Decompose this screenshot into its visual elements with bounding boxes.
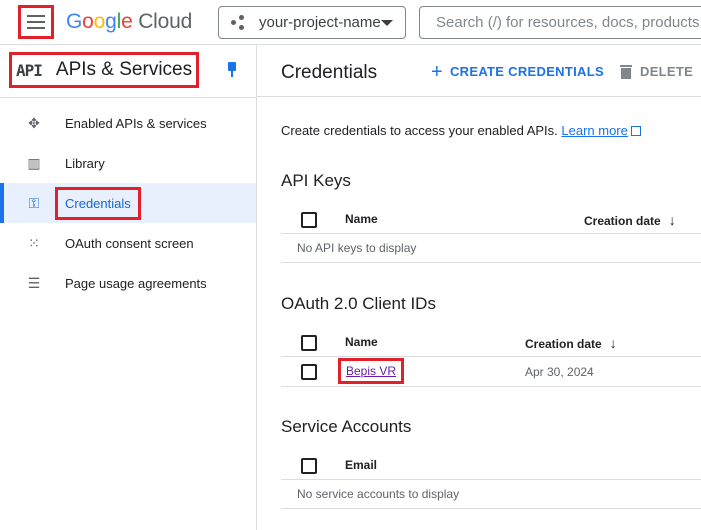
sidebar-item-enabled-apis[interactable]: ✥ Enabled APIs & services xyxy=(0,103,256,143)
external-link-icon xyxy=(630,126,641,136)
creation-date-cell: Apr 30, 2024 xyxy=(525,365,594,379)
column-creation-date[interactable]: Creation date ↓ xyxy=(584,212,676,228)
sidebar-item-library[interactable]: ▥ Library xyxy=(0,143,256,183)
api-diamond-icon: ✥ xyxy=(28,114,40,131)
table-header: Email xyxy=(281,450,701,480)
select-all-checkbox[interactable] xyxy=(301,335,317,351)
oauth-client-highlight: Bepis VR xyxy=(338,358,405,384)
sidebar: API APIs & Services ✥ Enabled APIs & ser… xyxy=(0,45,257,530)
page-title: Credentials xyxy=(281,62,378,83)
delete-button[interactable]: DELETE xyxy=(620,64,693,79)
select-all-checkbox[interactable] xyxy=(301,212,317,228)
sidebar-title: APIs & Services xyxy=(55,59,193,80)
oauth-title: OAuth 2.0 Client IDs xyxy=(281,294,436,313)
project-name: your-project-name xyxy=(259,14,381,31)
table-row: No service accounts to display xyxy=(281,480,701,509)
project-nodes-icon xyxy=(231,14,251,31)
google-cloud-logo[interactable]: Google Cloud xyxy=(66,10,192,34)
sidebar-item-page-usage[interactable]: ☰ Page usage agreements xyxy=(0,263,256,303)
intro-text: Create credentials to access your enable… xyxy=(281,123,641,138)
sidebar-header: API APIs & Services xyxy=(9,52,199,88)
settings-list-icon: ☰ xyxy=(27,274,41,291)
oauth-table: Name Creation date ↓ Bepis VR Apr 30, 202… xyxy=(281,327,701,387)
search-input[interactable]: Search (/) for resources, docs, products… xyxy=(419,6,701,39)
create-credentials-button[interactable]: + CREATE CREDENTIALS xyxy=(431,60,604,83)
learn-more-link[interactable]: Learn more xyxy=(561,123,627,138)
table-row: Bepis VR Apr 30, 2024 xyxy=(281,357,701,387)
sort-arrow-down-icon: ↓ xyxy=(609,335,617,351)
row-checkbox[interactable] xyxy=(301,364,317,380)
sidebar-item-oauth-consent[interactable]: ⁙ OAuth consent screen xyxy=(0,223,256,263)
api-keys-table: Name Creation date ↓ No API keys to displ… xyxy=(281,204,701,263)
oauth-client-link[interactable]: Bepis VR xyxy=(346,364,396,378)
divider xyxy=(0,97,256,98)
service-accounts-title: Service Accounts xyxy=(281,417,412,436)
plus-icon: + xyxy=(431,60,443,83)
page-header: Credentials + CREATE CREDENTIALS DELETE xyxy=(257,45,701,97)
select-all-checkbox[interactable] xyxy=(301,458,317,474)
chevron-down-icon xyxy=(381,19,393,26)
column-creation-date[interactable]: Creation date ↓ xyxy=(525,335,617,351)
hamburger-menu-icon[interactable] xyxy=(18,5,54,39)
table-header: Name Creation date ↓ xyxy=(281,204,701,234)
project-selector[interactable]: your-project-name xyxy=(218,6,406,39)
table-header: Name Creation date ↓ xyxy=(281,327,701,357)
sidebar-item-credentials[interactable]: ⚿ Credentials xyxy=(0,183,256,223)
service-accounts-table: Email No service accounts to display xyxy=(281,450,701,509)
api-keys-title: API Keys xyxy=(281,171,351,190)
key-icon: ⚿ xyxy=(28,194,40,211)
column-name[interactable]: Name xyxy=(345,212,378,226)
oauth-dots-icon: ⁙ xyxy=(28,234,40,251)
top-bar: Google Cloud your-project-name Search (/… xyxy=(0,0,701,45)
column-name[interactable]: Name xyxy=(345,335,378,349)
main-content: Credentials + CREATE CREDENTIALS DELETE … xyxy=(257,45,701,530)
empty-message: No API keys to display xyxy=(297,241,417,255)
trash-icon xyxy=(620,64,632,79)
credentials-highlight: Credentials xyxy=(55,186,141,220)
pin-icon[interactable] xyxy=(226,62,238,78)
api-icon: API xyxy=(16,60,43,80)
empty-message: No service accounts to display xyxy=(297,487,460,501)
sort-arrow-down-icon: ↓ xyxy=(668,212,676,228)
sidebar-nav: ✥ Enabled APIs & services ▥ Library ⚿ Cr… xyxy=(0,103,256,303)
column-email[interactable]: Email xyxy=(345,458,377,472)
table-row: No API keys to display xyxy=(281,234,701,263)
library-icon: ▥ xyxy=(27,154,41,171)
